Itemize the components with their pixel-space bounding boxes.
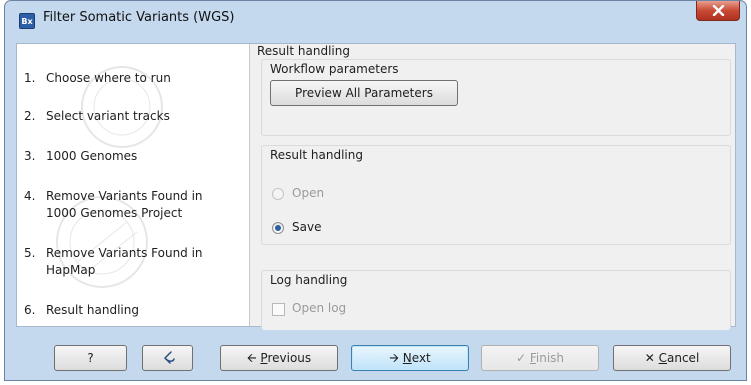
next-button[interactable]: 🡪 Next	[351, 345, 469, 371]
panel-title: Result handling	[257, 44, 350, 58]
close-button[interactable]	[696, 1, 740, 21]
previous-button[interactable]: 🡨 Previous	[220, 345, 338, 371]
open-log-label: Open log	[292, 301, 347, 315]
preview-all-parameters-button[interactable]: Preview All Parameters	[270, 80, 458, 106]
window-title: Filter Somatic Variants (WGS)	[43, 10, 235, 25]
step-1000-genomes: 3. 1000 Genomes	[24, 149, 138, 163]
help-button[interactable]: ?	[54, 345, 127, 371]
result-handling-group: Result handling Open Save	[261, 145, 731, 245]
open-radio[interactable]	[272, 188, 284, 200]
result-handling-panel: Result handling Workflow parameters Prev…	[257, 44, 735, 330]
close-icon	[712, 5, 725, 16]
save-radio-label: Save	[292, 220, 322, 234]
reset-button[interactable]	[142, 345, 193, 371]
log-handling-label: Log handling	[270, 273, 348, 287]
right-arrow-icon: 🡪	[389, 351, 399, 365]
open-radio-label: Open	[292, 186, 325, 200]
step-remove-hapmap: 5. Remove Variants Found in HapMap	[24, 246, 203, 277]
finish-button[interactable]: ✓ Finish	[481, 345, 599, 371]
result-handling-label: Result handling	[270, 148, 363, 162]
save-radio-dot	[275, 225, 281, 231]
dialog-window: Bx Filter Somatic Variants (WGS) 1. Choos…	[4, 0, 747, 381]
title-bar[interactable]: Bx Filter Somatic Variants (WGS)	[5, 1, 746, 33]
step-result-handling: 6. Result handling	[24, 303, 139, 317]
wizard-content: 1. Choose where to run 2. Select variant t…	[16, 43, 736, 330]
step-remove-1000-genomes: 4. Remove Variants Found in 1000 Genomes P…	[24, 189, 203, 220]
step-choose-where-to-run: 1. Choose where to run	[24, 71, 171, 85]
workflow-parameters-label: Workflow parameters	[270, 62, 399, 76]
reset-arrow-icon	[164, 351, 175, 364]
app-icon: Bx	[19, 13, 35, 29]
log-handling-group: Log handling Open log	[261, 270, 731, 330]
open-log-checkbox[interactable]	[272, 303, 285, 316]
steps-panel: 1. Choose where to run 2. Select variant t…	[17, 44, 250, 326]
step-select-variant-tracks: 2. Select variant tracks	[24, 109, 170, 123]
left-arrow-icon: 🡨	[246, 351, 257, 365]
cancel-button[interactable]: ✕ Cancel	[613, 345, 731, 371]
x-icon: ✕	[644, 351, 655, 365]
checkmark-icon: ✓	[515, 351, 527, 365]
save-radio[interactable]	[272, 222, 284, 234]
workflow-parameters-group: Workflow parameters Preview All Paramete…	[261, 59, 731, 136]
